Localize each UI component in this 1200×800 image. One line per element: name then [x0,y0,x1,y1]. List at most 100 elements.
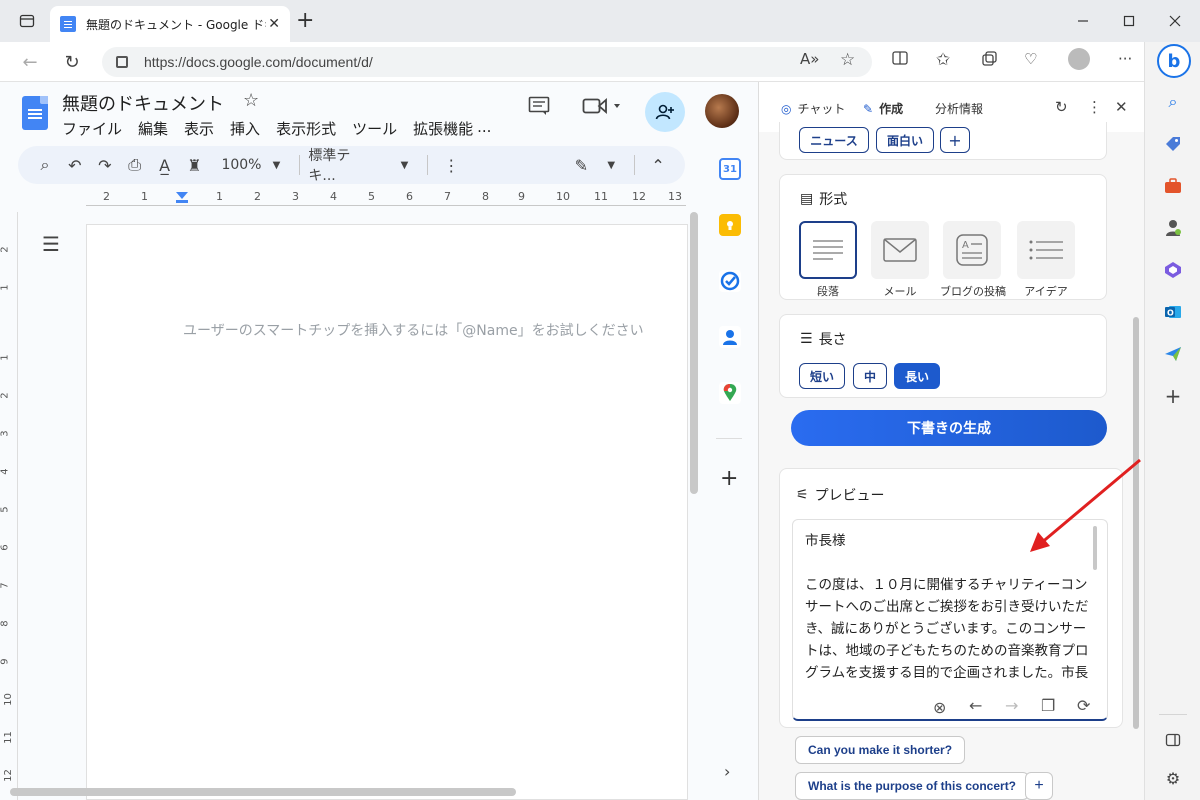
menu-extensions[interactable]: 拡張機能 [413,118,473,139]
close-window-button[interactable] [1152,0,1198,42]
redo-icon[interactable]: ↷ [90,156,120,175]
maximize-button[interactable] [1106,0,1152,42]
zoom-select[interactable]: 100% [221,157,261,173]
collections-icon[interactable] [980,50,998,72]
split-screen-icon[interactable] [892,50,908,70]
menu-tools[interactable]: ツール [352,118,397,139]
document-title[interactable]: 無題のドキュメント [62,90,224,116]
search-icon[interactable]: ⌕ [30,155,60,175]
tasks-icon[interactable] [719,270,741,292]
new-tab-icon[interactable]: + [296,10,314,32]
paragraph-icon [799,221,857,279]
more-tools-icon[interactable]: ⋮ [436,156,466,175]
tone-pill-funny[interactable]: 面白い [876,127,934,153]
menu-edit[interactable]: 編集 [138,118,168,139]
favorite-star-icon[interactable]: ☆ [840,50,855,70]
star-icon[interactable]: ☆ [243,90,259,111]
close-panel-icon[interactable]: ✕ [1115,98,1128,116]
previous-draft-icon[interactable]: ← [969,696,982,715]
length-pill-short[interactable]: 短い [799,363,845,389]
profile-avatar[interactable] [1068,48,1090,70]
settings-gear-icon[interactable]: ⚙ [1161,766,1185,790]
stop-icon[interactable]: ⊗ [933,698,946,717]
outlook-icon[interactable]: O [1161,300,1185,324]
vertical-ruler[interactable]: 2 1 1 2 3 4 5 6 7 8 9 10 11 12 [0,212,18,800]
read-aloud-icon[interactable]: A» [800,50,819,68]
tab-insights[interactable]: 分析情報 [935,100,983,117]
length-title-text: 長さ [818,332,847,348]
length-pill-medium[interactable]: 中 [853,363,887,389]
tab-chat[interactable]: ◎ チャット [781,100,845,117]
collapse-menu-icon[interactable]: ⌃ [643,156,673,175]
reload-icon[interactable]: ↻ [60,50,84,74]
url-input[interactable]: https://docs.google.com/document/d/ [102,47,872,77]
format-paragraph[interactable]: 段落 [798,221,858,299]
menu-insert[interactable]: 挿入 [230,118,260,139]
chat-icon: ◎ [781,101,792,116]
comment-icon[interactable] [528,96,550,121]
keep-icon[interactable] [719,214,741,236]
hide-sidebar-icon[interactable] [1161,728,1185,752]
style-select[interactable]: 標準テキ... [308,145,377,185]
maps-icon[interactable] [719,382,741,404]
refresh-icon[interactable]: ↻ [1055,98,1068,116]
shopping-tag-icon[interactable] [1161,132,1185,156]
microsoft-365-icon[interactable] [1161,258,1185,282]
indent-marker-icon[interactable] [176,192,188,204]
back-icon[interactable]: ← [18,50,42,74]
next-draft-icon[interactable]: → [1005,696,1018,715]
format-email[interactable]: メール [870,221,930,299]
menu-more[interactable]: ... [477,118,491,139]
add-sidebar-app-icon[interactable]: + [1161,384,1185,408]
format-blog-post[interactable]: A ブログの投稿 [940,221,1006,299]
length-pill-long[interactable]: 長い [894,363,940,389]
suggestion-shorter[interactable]: Can you make it shorter? [795,736,966,764]
spellcheck-icon[interactable]: A̲ [150,156,180,175]
menu-file[interactable]: ファイル [62,118,122,139]
format-ideas[interactable]: アイデア [1016,221,1076,299]
meet-icon[interactable] [582,96,622,121]
minimize-button[interactable] [1060,0,1106,42]
tools-icon[interactable] [1161,174,1185,198]
print-icon[interactable]: ⎙ [120,155,150,175]
browser-essentials-icon[interactable]: ♡ [1024,50,1037,68]
regenerate-icon[interactable]: ⟳ [1077,696,1090,715]
copy-icon[interactable]: ❐ [1041,696,1055,715]
search-icon[interactable]: ⌕ [1161,90,1185,114]
undo-icon[interactable]: ↶ [60,156,90,175]
add-addon-icon[interactable]: + [720,466,738,491]
more-options-icon[interactable]: ⋮ [1087,98,1102,116]
add-tone-button[interactable]: + [940,127,970,153]
add-suggestion-button[interactable]: + [1025,772,1053,800]
menu-view[interactable]: 表示 [184,118,214,139]
avatar[interactable] [705,94,739,128]
bing-copilot-icon[interactable]: b [1157,44,1191,78]
games-icon[interactable] [1161,216,1185,240]
edit-mode-icon[interactable]: ✎ [566,156,596,175]
send-icon[interactable] [1161,342,1185,366]
style-chevron-down-icon[interactable]: ▼ [390,160,420,171]
suggestion-purpose[interactable]: What is the purpose of this concert? [795,772,1030,800]
tab-compose[interactable]: ✎ 作成 [863,100,903,117]
zoom-chevron-down-icon[interactable]: ▼ [261,160,291,171]
tone-pill-news[interactable]: ニュース [799,127,869,153]
tab-actions-icon[interactable] [4,0,50,42]
expand-side-panel-icon[interactable]: › [724,762,730,781]
share-button[interactable] [645,92,685,132]
document-page[interactable]: ユーザーのスマートチップを挿入するには「@Name」をお試しください [86,224,688,800]
generate-draft-button[interactable]: 下書きの生成 [791,410,1107,446]
edit-mode-chevron-down-icon[interactable]: ▼ [596,160,626,171]
favorites-icon[interactable]: ✩ [936,50,950,70]
menu-format[interactable]: 表示形式 [276,118,336,139]
horizontal-ruler[interactable]: 2 1 1 2 3 4 5 6 7 8 9 10 11 12 13 [86,190,686,210]
document-outline-icon[interactable]: ☰ [42,232,60,256]
browser-tab[interactable]: 無題のドキュメント - Google ドキュメント ✕ [50,6,290,42]
docs-logo-icon[interactable] [22,96,48,130]
more-options-icon[interactable]: ··· [1118,50,1132,68]
vertical-scrollbar[interactable] [690,212,698,494]
close-tab-icon[interactable]: ✕ [268,16,280,32]
calendar-icon[interactable]: 31 [719,158,741,180]
horizontal-scrollbar[interactable] [10,788,516,796]
contacts-icon[interactable] [719,326,741,348]
paint-format-icon[interactable]: ♜ [180,156,210,175]
